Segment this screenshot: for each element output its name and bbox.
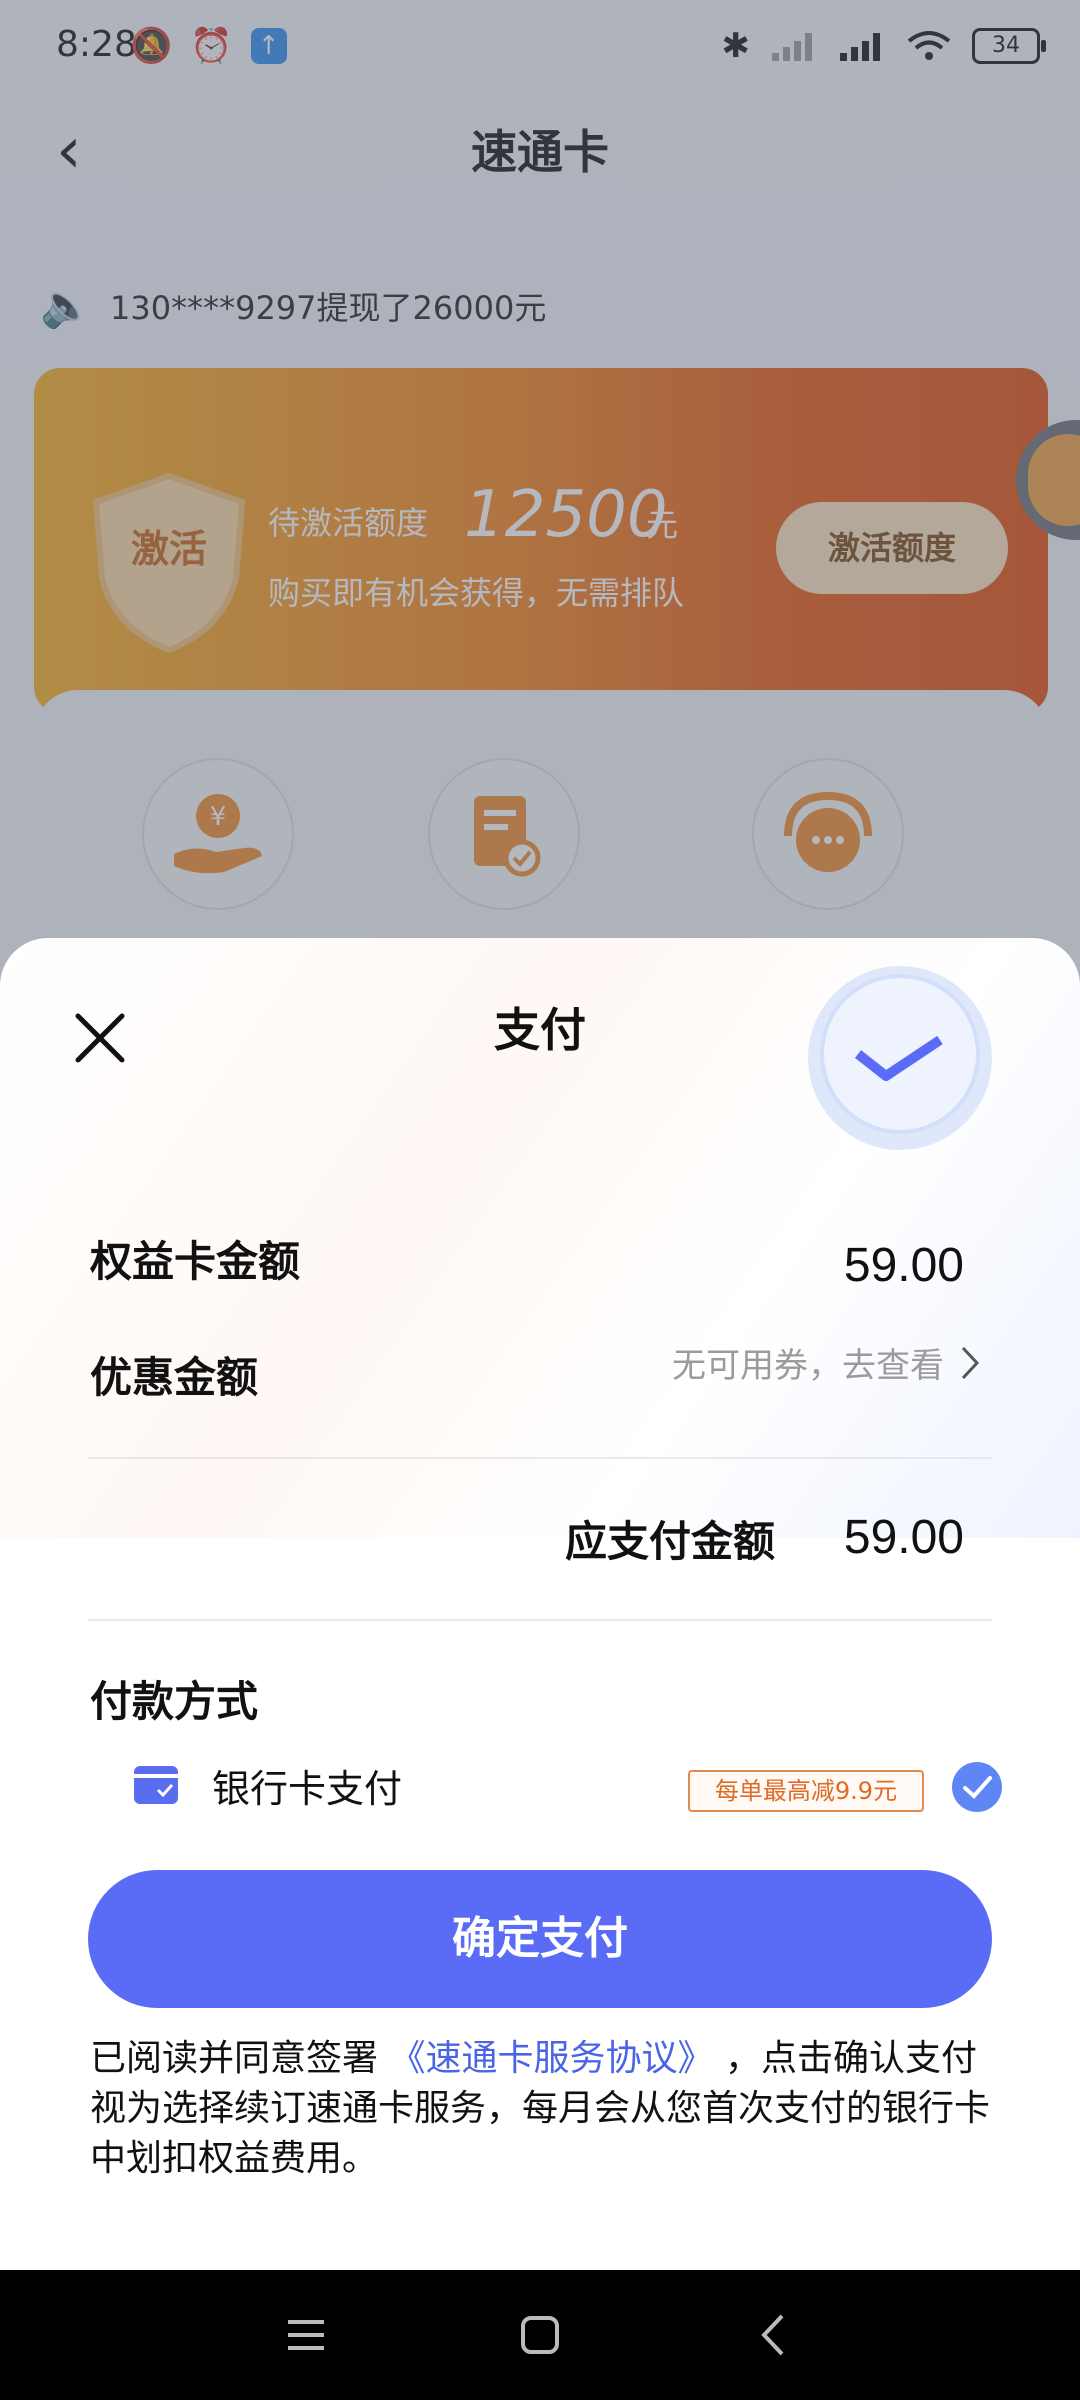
coupon-link[interactable]: 无可用券，去查看: [672, 1338, 980, 1387]
payable-label: 应支付金额: [564, 1517, 775, 1566]
card-amount-label: 权益卡金额: [90, 1237, 301, 1286]
discount-label: 优惠金额: [90, 1353, 259, 1402]
divider: [88, 1457, 992, 1459]
promo-badge: 每单最高减9.9元: [688, 1770, 924, 1812]
back-nav-icon[interactable]: [744, 2310, 804, 2360]
confirm-payment-button[interactable]: 确定支付: [88, 1870, 992, 2008]
agreement-text: 已阅读并同意签署 《速通卡服务协议》 ，点击确认支付视为选择续订速通卡服务，每月…: [90, 2034, 990, 2184]
agreement-link[interactable]: 《速通卡服务协议》: [389, 2038, 713, 2079]
payment-sheet: 支付 权益卡金额 59.00 优惠金额 无可用券，去查看 应支付金额 59.00…: [0, 938, 1080, 2270]
card-amount-value: 59.00: [843, 1239, 964, 1292]
checkmark-clock-icon: [808, 966, 992, 1150]
chevron-right-icon: [961, 1346, 980, 1379]
system-nav-bar: [0, 2270, 1080, 2400]
selected-check-icon[interactable]: [952, 1762, 1002, 1812]
pay-method-label: 付款方式: [90, 1677, 259, 1726]
coupon-hint-text: 无可用券，去查看: [672, 1346, 944, 1386]
payable-value: 59.00: [843, 1511, 964, 1564]
bank-card-icon: [134, 1766, 178, 1804]
bank-card-label[interactable]: 银行卡支付: [212, 1758, 402, 1813]
home-icon[interactable]: [510, 2310, 570, 2360]
agreement-prefix: 已阅读并同意签署: [90, 2038, 379, 2079]
divider: [88, 1619, 992, 1621]
menu-icon[interactable]: [276, 2310, 336, 2360]
